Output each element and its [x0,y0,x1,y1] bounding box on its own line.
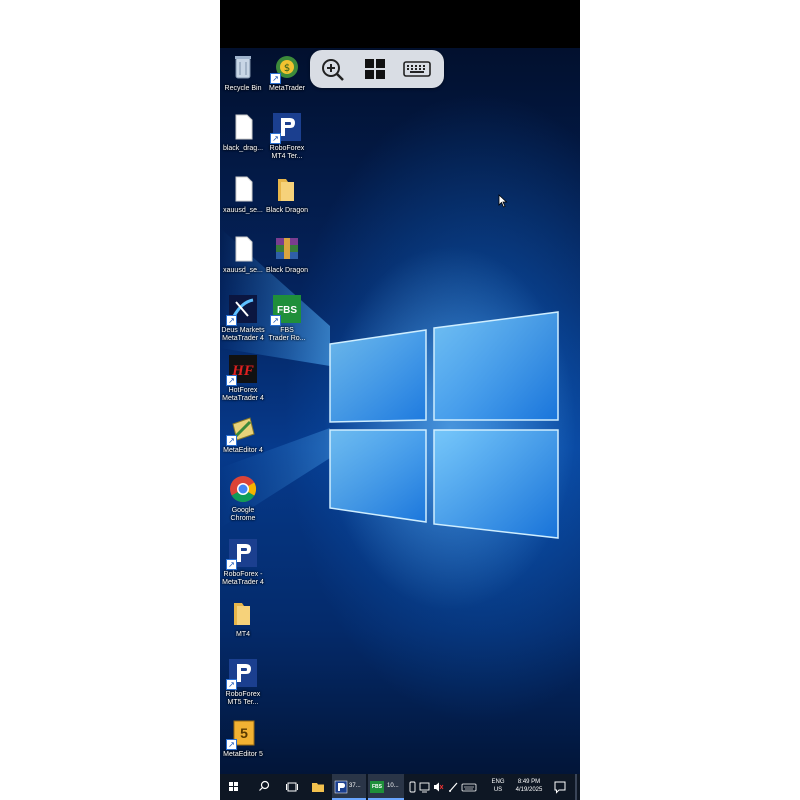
search-button[interactable] [256,774,272,800]
desktop-icon-xauusd-file-2[interactable]: xauusd_se... [220,234,266,275]
desktop-icon-xauusd-file-1[interactable]: xauusd_se... [220,174,266,215]
clock-time: 8:49 PM [517,779,541,785]
desktop-icon-metaeditor5[interactable]: 5 ↗ MetaEditor 5 [220,718,266,759]
desktop-icon-label: MetaEditor 4 [223,447,263,454]
desktop-icon-label: RoboForex MT5 Ter... [225,691,261,706]
volume-muted-icon[interactable] [434,782,444,792]
desktop-icon-hotforex[interactable]: HF ↗ HotForex MetaTrader 4 [220,354,266,403]
zoom-in-icon [322,59,344,81]
document-icon [228,112,258,142]
zoom-in-button[interactable] [320,57,346,81]
taskbar-item-label: 37... [349,783,361,789]
desktop-icon-label: RoboForex MT4 Ter... [269,145,305,160]
region-label: US [493,787,503,793]
desktop-icon-mt4-folder[interactable]: MT4 [220,598,266,639]
desktop-icon-label: xauusd_se... [223,267,263,274]
remote-toolbar [310,50,444,88]
task-view-icon [286,782,298,792]
document-icon [228,174,258,204]
desktop-icon-label: Black Dragon [265,267,309,274]
search-icon [259,780,270,791]
clock-date: 4/19/2025 [515,787,543,793]
windows-start-button[interactable] [362,57,388,81]
fbs-icon: FBS [370,781,384,793]
metatrader-icon: $ ↗ [270,52,302,84]
roboforex-icon [334,780,348,794]
tablet-icon[interactable] [419,782,430,793]
desktop-icon-label: Deus Markets MetaTrader 4 [221,327,265,342]
desktop-icon-label: MT4 [236,631,250,638]
desktop-icon-roboforex-mt4[interactable]: ↗ RoboForex MT4 Ter... [264,112,310,161]
desktop-icon-black-drag-file[interactable]: black_drag... [220,112,266,153]
desktop-icon-label: FBS Trader Ro... [268,327,306,342]
mouse-cursor-icon [498,194,508,208]
desktop-icon-black-dragon-archive[interactable]: Black Dragon [264,234,310,275]
folder-icon [272,174,302,204]
taskbar-item-roboforex[interactable]: 37... [332,774,366,800]
windows-logo-icon [229,782,238,791]
document-icon [228,234,258,264]
desktop-icon-metatrader[interactable]: $ ↗ MetaTrader [264,52,310,93]
winrar-archive-icon [272,234,302,264]
roboforex-icon: ↗ [270,112,302,144]
desktop-icon-label: RoboForex - MetaTrader 4 [222,571,264,586]
remote-screen: Recycle Bin $ ↗ MetaTrader black_drag...… [220,0,580,800]
show-desktop-button[interactable] [575,774,577,800]
phone-icon[interactable] [409,781,416,793]
desktop-icon-label: black_drag... [222,145,264,152]
folder-icon [228,598,258,628]
taskbar: 37... FBS 10... ENG US 8:49 PM 4/19/2025 [220,774,580,800]
hotforex-icon: HF ↗ [226,354,258,386]
task-view-button[interactable] [284,774,300,800]
desktop-icon-label: HotForex MetaTrader 4 [222,387,264,402]
desktop-icon-roboforex-mt5[interactable]: ↗ RoboForex MT5 Ter... [220,658,266,707]
desktop[interactable]: Recycle Bin $ ↗ MetaTrader black_drag...… [220,48,580,774]
desktop-icon-label: MetaTrader [269,85,305,92]
taskbar-item-fbs[interactable]: FBS 10... [368,774,404,800]
chrome-icon [228,474,258,504]
metaeditor5-icon: 5 ↗ [226,718,258,750]
roboforex-icon: ↗ [226,538,258,570]
keyboard-icon[interactable] [461,783,477,792]
roboforex-icon: ↗ [226,658,258,690]
file-explorer-icon [312,783,324,792]
top-black-bar [220,0,580,48]
desktop-icon-roboforex-mt4-2[interactable]: ↗ RoboForex - MetaTrader 4 [220,538,266,587]
desktop-icon-label: xauusd_se... [223,207,263,214]
deus-markets-icon: ↗ [226,294,258,326]
desktop-icon-label: Black Dragon [265,207,309,214]
desktop-icon-recycle-bin[interactable]: Recycle Bin [220,52,266,93]
keyboard-icon [403,61,431,77]
svg-text:$: $ [284,63,290,74]
file-explorer-button[interactable] [310,774,326,800]
metaeditor4-icon: ↗ [226,414,258,446]
keyboard-button[interactable] [402,57,432,81]
action-center-button[interactable] [552,774,568,800]
recycle-bin-icon [228,52,258,82]
desktop-icon-google-chrome[interactable]: Google Chrome [220,474,266,523]
desktop-icon-label: Recycle Bin [224,85,262,92]
svg-text:5: 5 [240,725,248,741]
desktop-icon-label: Google Chrome [230,507,256,522]
desktop-icon-fbs-trader[interactable]: FBS ↗ FBS Trader Ro... [264,294,310,343]
notification-icon [554,781,566,794]
language-label: ENG [491,779,505,785]
system-tray-icons [408,774,480,800]
language-indicator[interactable]: ENG US [486,774,510,800]
pen-icon[interactable] [449,782,458,792]
clock[interactable]: 8:49 PM 4/19/2025 [510,774,548,800]
desktop-icon-black-dragon-folder[interactable]: Black Dragon [264,174,310,215]
desktop-icon-deus-markets[interactable]: ↗ Deus Markets MetaTrader 4 [220,294,266,343]
start-button[interactable] [226,774,242,800]
desktop-icon-metaeditor4[interactable]: ↗ MetaEditor 4 [220,414,266,455]
fbs-icon: FBS ↗ [270,294,302,326]
windows-logo-icon [365,59,385,79]
desktop-icon-label: MetaEditor 5 [223,751,263,758]
taskbar-item-label: 10... [387,783,399,789]
